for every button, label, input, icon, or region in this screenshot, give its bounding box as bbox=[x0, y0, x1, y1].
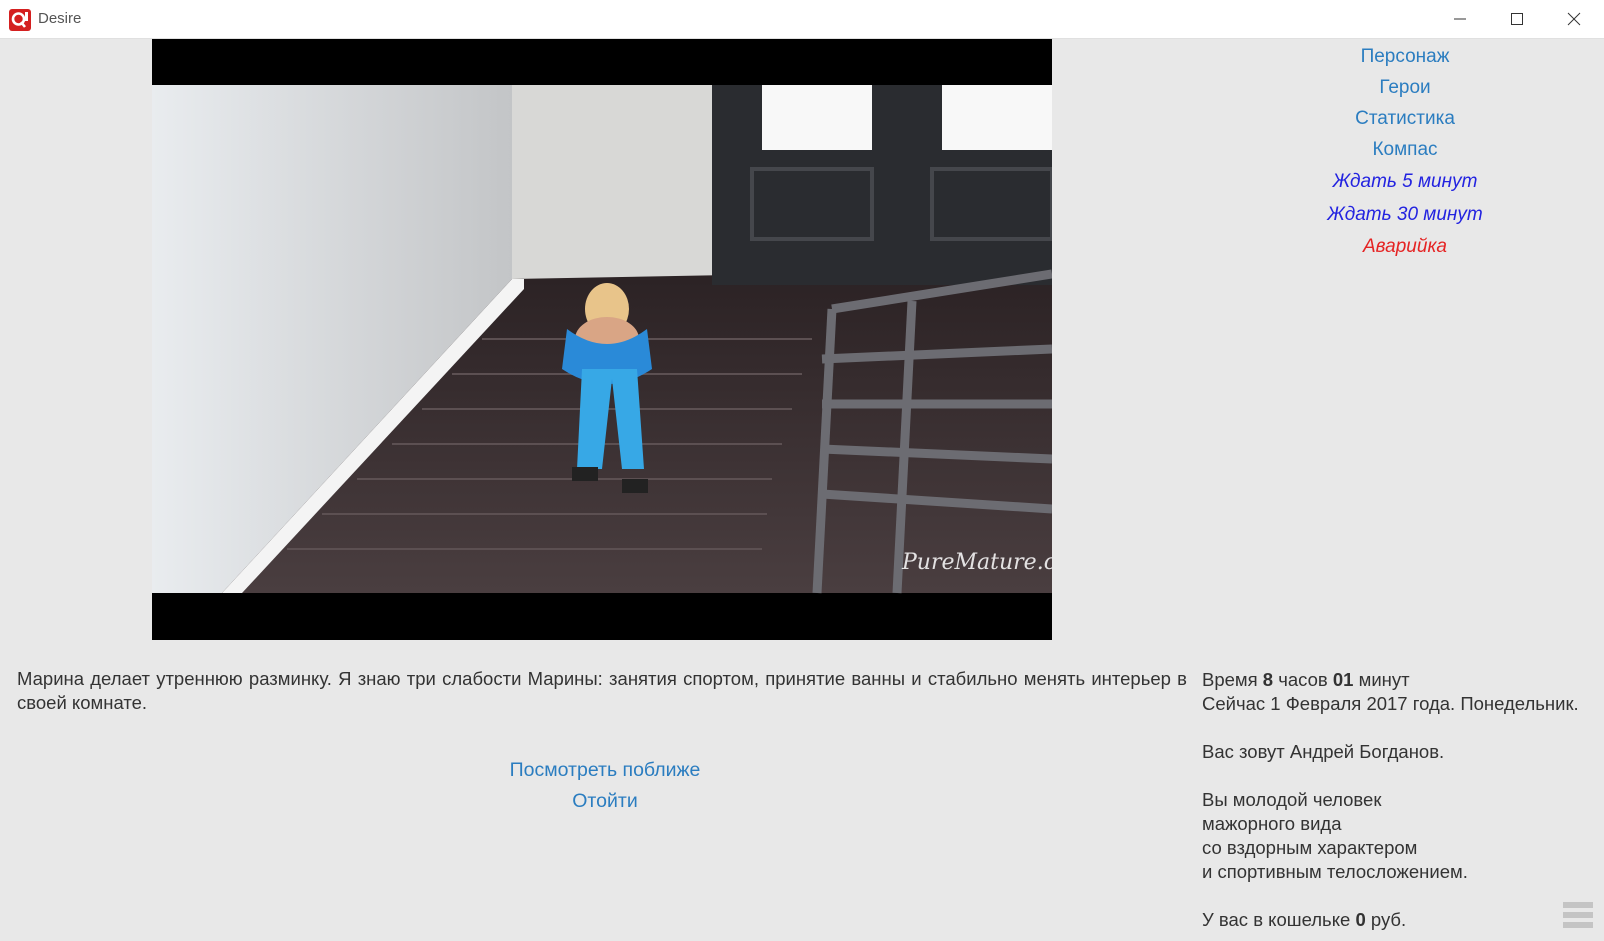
player-name-line: Вас зовут Андрей Богданов. bbox=[1202, 741, 1445, 762]
game-menu: Персонаж Герои Статистика Компас Ждать 5… bbox=[1255, 41, 1555, 262]
status-panel: Время 8 часов 01 минут Сейчас 1 Февраля … bbox=[1202, 668, 1604, 932]
action-step-away[interactable]: Отойти bbox=[420, 786, 790, 817]
time-minutes: 01 bbox=[1332, 669, 1354, 690]
action-look-closer[interactable]: Посмотреть поближе bbox=[420, 755, 790, 786]
app-icon bbox=[9, 9, 31, 31]
player-desc-line-4: и спортивным телосложением. bbox=[1202, 861, 1468, 882]
image-watermark: PureMature.com bbox=[901, 550, 1052, 575]
menu-statistics[interactable]: Статистика bbox=[1255, 103, 1555, 134]
action-list: Посмотреть поближе Отойти bbox=[420, 755, 790, 817]
scene-description: Марина делает утреннюю разминку. Я знаю … bbox=[17, 668, 1187, 713]
player-desc-line-3: со вздорным характером bbox=[1202, 837, 1418, 858]
menu-heroes[interactable]: Герои bbox=[1255, 72, 1555, 103]
minimize-icon bbox=[1454, 18, 1466, 20]
minimize-button[interactable] bbox=[1432, 0, 1488, 38]
player-desc-line-1: Вы молодой человек bbox=[1202, 789, 1382, 810]
wallet-line: У вас в кошельке 0 руб. bbox=[1202, 909, 1407, 930]
menu-character[interactable]: Персонаж bbox=[1255, 41, 1555, 72]
resize-grip-icon[interactable] bbox=[1561, 898, 1595, 932]
scene-image: PureMature.com bbox=[152, 39, 1052, 640]
wait-5-minutes-link[interactable]: Ждать 5 минут bbox=[1255, 165, 1555, 198]
player-desc-line-2: мажорного вида bbox=[1202, 813, 1342, 834]
close-button[interactable] bbox=[1546, 0, 1602, 38]
close-icon bbox=[1567, 12, 1581, 26]
time-line: Время 8 часов 01 минут bbox=[1202, 669, 1410, 690]
title-bar: Desire bbox=[0, 0, 1604, 39]
maximize-icon bbox=[1511, 13, 1523, 25]
wallet-amount: 0 bbox=[1355, 909, 1366, 930]
maximize-button[interactable] bbox=[1489, 0, 1545, 38]
date-line: Сейчас 1 Февраля 2017 года. Понедельник. bbox=[1202, 693, 1579, 714]
time-hours: 8 bbox=[1262, 669, 1274, 690]
emergency-link[interactable]: Аварийка bbox=[1255, 231, 1555, 262]
window-title: Desire bbox=[38, 10, 82, 27]
menu-compass[interactable]: Компас bbox=[1255, 134, 1555, 165]
wait-30-minutes-link[interactable]: Ждать 30 минут bbox=[1255, 198, 1555, 231]
